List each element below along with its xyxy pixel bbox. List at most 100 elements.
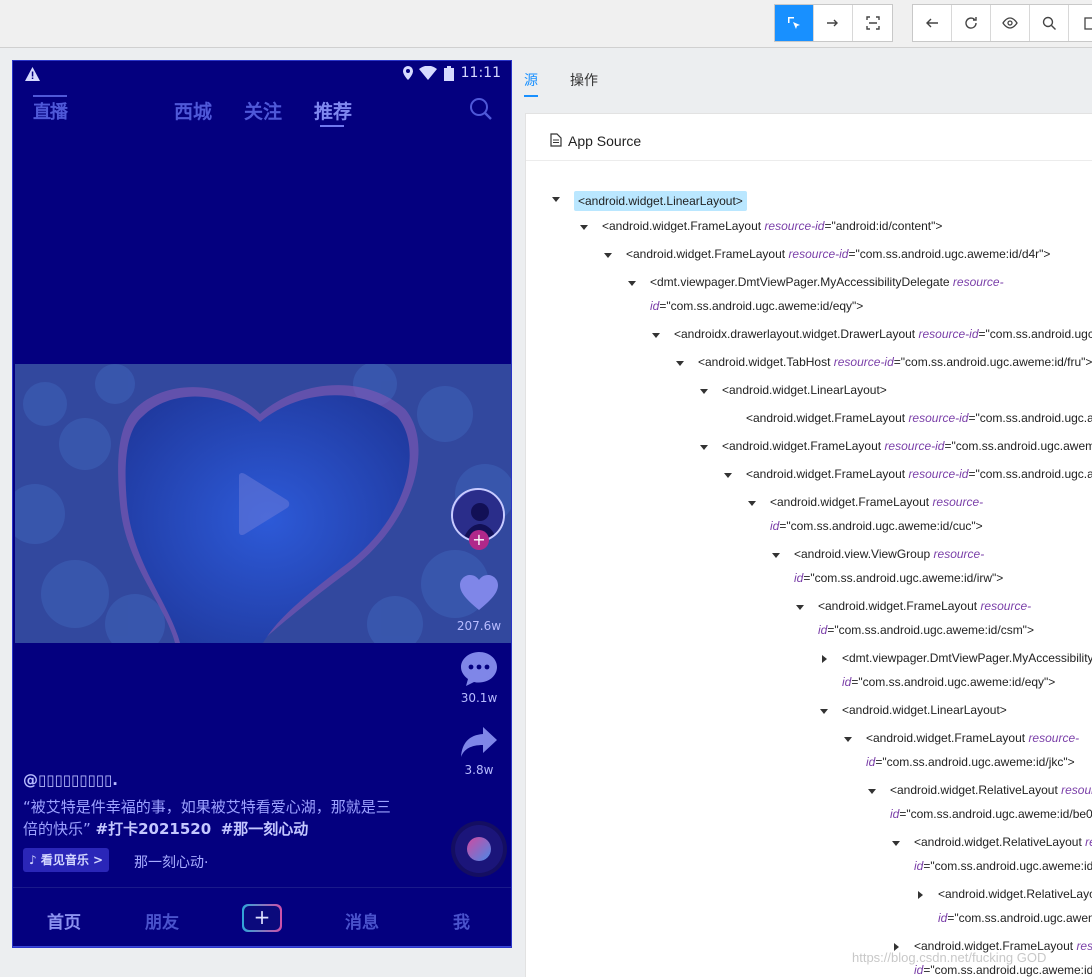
collapse-caret-icon[interactable] <box>748 501 756 506</box>
search-icon[interactable] <box>1030 5 1069 41</box>
wifi-icon <box>418 66 437 80</box>
collapse-caret-icon[interactable] <box>652 333 660 338</box>
music-name[interactable]: 那一刻心动· <box>134 852 208 872</box>
tree-node-tag: <android.widget.FrameLayout <box>770 495 933 509</box>
nav-me[interactable]: 我 <box>453 908 470 933</box>
live-tab-icon[interactable]: 直播 <box>33 95 68 124</box>
tree-node-attr: resource-id <box>788 247 849 261</box>
tree-node-attr: id <box>794 571 804 585</box>
follow-plus-icon[interactable]: + <box>469 530 489 550</box>
tree-node-attr: id <box>914 963 924 977</box>
tree-node[interactable]: <android.widget.FrameLayout resource-id=… <box>746 467 1092 481</box>
tree-node[interactable]: <android.widget.RelativeLayout re <box>914 835 1092 849</box>
collapse-caret-icon[interactable] <box>676 361 684 366</box>
tree-node[interactable]: <android.widget.LinearLayout> <box>842 703 1007 717</box>
tab-following[interactable]: 关注 <box>244 97 282 124</box>
tree-node-tag: <android.widget.RelativeLayo <box>938 887 1092 901</box>
nav-messages[interactable]: 消息 <box>345 908 379 933</box>
swipe-arrow-icon[interactable] <box>814 5 853 41</box>
tab-recommended[interactable]: 推荐 <box>314 97 352 124</box>
tree-node-value: ="com.ss.android.ugc.aweme:id/ <box>923 963 1092 977</box>
collapse-caret-icon[interactable] <box>868 789 876 794</box>
heart-icon[interactable] <box>459 574 499 612</box>
tree-node-attr: id <box>866 755 876 769</box>
eye-icon[interactable] <box>991 5 1030 41</box>
tree-node[interactable]: <android.widget.FrameLayout resource-id=… <box>722 439 1092 453</box>
tree-node[interactable]: <android.widget.LinearLayout> <box>722 383 887 397</box>
tab-xicheng[interactable]: 西城 <box>174 97 212 124</box>
collapse-caret-icon[interactable] <box>580 225 588 230</box>
create-post-button[interactable]: + <box>242 904 282 932</box>
collapse-caret-icon[interactable] <box>552 197 560 202</box>
tree-node-attr: res <box>1076 939 1092 953</box>
expand-caret-icon[interactable] <box>918 891 923 899</box>
tree-node[interactable]: <android.widget.FrameLayout resource- <box>770 495 983 509</box>
hashtag-link[interactable]: #那一刻心动 <box>221 820 309 838</box>
collapse-caret-icon[interactable] <box>724 473 732 478</box>
collapse-caret-icon[interactable] <box>772 553 780 558</box>
tree-node-value: ="com.ss.android.ugc.aweme:id/jkc"> <box>875 755 1075 769</box>
collapse-caret-icon[interactable] <box>700 445 708 450</box>
copy-icon[interactable] <box>1069 5 1092 41</box>
tree-node[interactable]: <android.widget.FrameLayout resource-id=… <box>602 219 942 233</box>
tree-node[interactable]: <android.widget.LinearLayout> <box>574 191 747 211</box>
collapse-caret-icon[interactable] <box>700 389 708 394</box>
status-time: 11:11 <box>460 65 501 81</box>
post-author[interactable]: @▯▯▯▯▯▯▯▯▯. <box>23 771 118 789</box>
tree-node[interactable]: <dmt.viewpager.DmtViewPager.MyAccessibil… <box>842 651 1092 665</box>
refresh-icon[interactable] <box>952 5 991 41</box>
tree-node-attr: id <box>842 675 852 689</box>
tree-node-attr: re <box>1085 835 1092 849</box>
tree-node-tag: <android.widget.RelativeLayout <box>890 783 1062 797</box>
tree-node-attr: id <box>890 807 900 821</box>
music-disc[interactable] <box>455 825 503 873</box>
collapse-caret-icon[interactable] <box>892 841 900 846</box>
device-screenshot[interactable]: 11:11 直播 西城 关注 推荐 + 207.6w 30.1w 3.8w @▯… <box>12 60 512 948</box>
tree-node-attr: resource- <box>952 275 1004 289</box>
video-player[interactable] <box>15 364 511 643</box>
tab-source[interactable]: 源 <box>524 70 538 90</box>
tree-node[interactable]: <androidx.drawerlayout.widget.DrawerLayo… <box>674 327 1092 341</box>
collapse-caret-icon[interactable] <box>796 605 804 610</box>
tree-node-continuation: id="com.ss.android.ugc.aweme:id/csm"> <box>818 623 1034 637</box>
tab-actions[interactable]: 操作 <box>570 70 598 90</box>
battery-icon <box>443 65 454 81</box>
nav-home[interactable]: 首页 <box>47 908 81 933</box>
tree-node-tag: <android.widget.RelativeLayout <box>914 835 1086 849</box>
collapse-caret-icon[interactable] <box>604 253 612 258</box>
tree-node[interactable]: <android.widget.FrameLayout resource- <box>866 731 1079 745</box>
tree-node-value: ="com.ss.android.ugc.a <box>968 467 1092 481</box>
warning-icon <box>25 67 40 81</box>
tree-node-tag: <android.widget.FrameLayout <box>866 731 1029 745</box>
tree-node-tag: <dmt.viewpager.DmtViewPager.MyAccessibil… <box>650 275 953 289</box>
collapse-caret-icon[interactable] <box>628 281 636 286</box>
status-right: 11:11 <box>402 65 501 81</box>
tree-node-continuation: id="com.ss.android.ugc.aweme:id/cuc"> <box>770 519 983 533</box>
tree-node[interactable]: <android.view.ViewGroup resource- <box>794 547 984 561</box>
collapse-caret-icon[interactable] <box>844 737 852 742</box>
toolbar-action-group <box>912 4 1092 42</box>
tree-node-tag: <android.view.ViewGroup <box>794 547 934 561</box>
expand-caret-icon[interactable] <box>822 655 827 663</box>
play-icon[interactable] <box>235 472 291 536</box>
location-icon <box>402 66 413 80</box>
back-icon[interactable] <box>913 5 952 41</box>
hashtag-link[interactable]: #打卡2021520 <box>96 820 212 838</box>
app-source-card: App Source <android.widget.LinearLayout>… <box>525 113 1092 977</box>
music-tag-button[interactable]: ♪ 看见音乐 > <box>23 848 110 872</box>
tree-node[interactable]: <android.widget.FrameLayout resource-id=… <box>626 247 1050 261</box>
nav-friends[interactable]: 朋友 <box>145 908 179 933</box>
search-icon[interactable] <box>469 97 493 121</box>
tree-node[interactable]: <android.widget.TabHost resource-id="com… <box>698 355 1092 369</box>
tap-coordinates-icon[interactable] <box>853 5 892 41</box>
bottom-nav: 首页 朋友 + 消息 我 <box>13 887 511 947</box>
collapse-caret-icon[interactable] <box>820 709 828 714</box>
tree-node[interactable]: <android.widget.FrameLayout resource-id=… <box>746 411 1092 425</box>
comment-icon[interactable] <box>459 650 499 688</box>
share-icon[interactable] <box>459 725 499 759</box>
tree-node[interactable]: <android.widget.FrameLayout resource- <box>818 599 1031 613</box>
select-element-icon[interactable] <box>775 5 814 41</box>
tree-node[interactable]: <android.widget.RelativeLayout resour <box>890 783 1092 797</box>
tree-node[interactable]: <android.widget.RelativeLayo <box>938 887 1092 901</box>
tree-node[interactable]: <dmt.viewpager.DmtViewPager.MyAccessibil… <box>650 275 1004 289</box>
